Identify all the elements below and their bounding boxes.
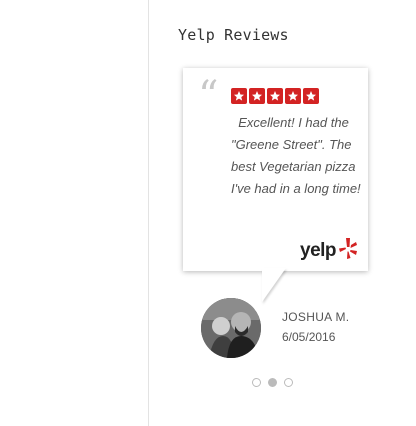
star-icon — [267, 88, 283, 104]
column-divider — [148, 0, 149, 426]
yelp-wordmark: yelp — [300, 240, 337, 261]
carousel-dot[interactable] — [252, 378, 261, 387]
review-card-pointer — [262, 268, 286, 302]
yelp-burst-icon — [339, 238, 358, 259]
reviewer-name: JOSHUA M. — [282, 310, 350, 324]
quote-icon: “ — [198, 73, 219, 119]
section-title: Yelp Reviews — [178, 26, 289, 44]
star-rating — [231, 88, 319, 104]
reviewer-avatar — [201, 298, 261, 358]
star-icon — [249, 88, 265, 104]
carousel-pagination — [252, 378, 293, 387]
carousel-dot[interactable] — [284, 378, 293, 387]
star-icon — [303, 88, 319, 104]
star-icon — [285, 88, 301, 104]
star-icon — [231, 88, 247, 104]
yelp-logo[interactable]: yelp — [300, 236, 359, 260]
carousel-dot-active[interactable] — [268, 378, 277, 387]
review-date: 6/05/2016 — [282, 330, 336, 344]
review-text: Excellent! I had the "Greene Street". Th… — [231, 115, 361, 196]
